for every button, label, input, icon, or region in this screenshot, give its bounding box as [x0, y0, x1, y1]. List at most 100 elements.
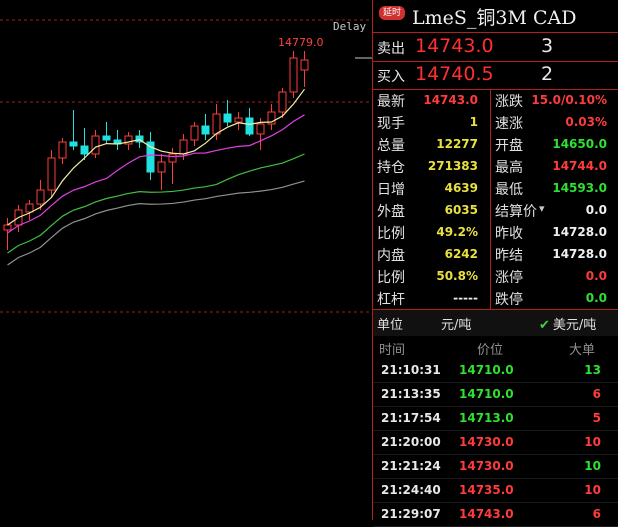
- tick-price: 14730.0: [459, 459, 514, 473]
- stat-value: 14650.0: [552, 137, 607, 151]
- tick-time: 21:21:24: [381, 459, 441, 473]
- tick-price: 14735.0: [459, 483, 514, 497]
- stat-row: 昨收 14728.0: [491, 221, 618, 243]
- tick-row[interactable]: 21:29:07 14743.0 6: [373, 502, 618, 527]
- candle-body: [102, 135, 111, 141]
- tick-row[interactable]: 21:20:00 14730.0 10: [373, 430, 618, 455]
- candle-body: [47, 157, 56, 191]
- tick-row[interactable]: 21:21:24 14730.0 10: [373, 454, 618, 479]
- stat-row: 跌停 0.0: [491, 287, 618, 309]
- candle-body: [69, 141, 78, 147]
- sell-quote-row[interactable]: 卖出 14743.0 3: [373, 33, 618, 62]
- stat-label: 比例: [377, 226, 405, 242]
- tick-time: 21:10:31: [381, 363, 441, 377]
- stat-label: 跌停: [495, 292, 523, 308]
- title-bar: 延时 LmeS_铜3M CAD: [373, 0, 618, 33]
- tick-header-price: 价位: [477, 343, 504, 358]
- candle-body: [36, 189, 45, 205]
- stat-value: 1: [469, 115, 478, 129]
- stat-row: 比例 50.8%: [373, 265, 490, 287]
- candle-body: [289, 57, 298, 93]
- stat-row: 外盘 6035: [373, 199, 490, 221]
- candle-body: [80, 145, 89, 155]
- tick-price: 14743.0: [459, 507, 514, 521]
- dropdown-caret-icon[interactable]: ▾: [539, 202, 545, 215]
- stat-row: 比例 49.2%: [373, 221, 490, 243]
- kline-chart[interactable]: Delay 14779.0: [0, 0, 372, 520]
- buy-quote-row[interactable]: 买入 14740.5 2: [373, 61, 618, 90]
- unit-cny-option[interactable]: 元/吨: [441, 314, 471, 333]
- stat-row: 持仓 271383: [373, 155, 490, 177]
- stat-value: 50.8%: [436, 269, 478, 283]
- stat-row: 内盘 6242: [373, 243, 490, 265]
- tick-header-time: 时间: [379, 343, 406, 358]
- tick-time: 21:13:35: [381, 387, 441, 401]
- stat-value: 14728.0: [552, 225, 607, 239]
- tick-price: 14713.0: [459, 411, 514, 425]
- tick-time: 21:20:00: [381, 435, 441, 449]
- candle-body: [179, 139, 188, 155]
- stat-label: 日增: [377, 182, 405, 198]
- buy-volume: 2: [541, 63, 554, 85]
- stat-row: 杠杆 -----: [373, 287, 490, 309]
- quote-panel: 延时 LmeS_铜3M CAD 卖出 14743.0 3 买入 14740.5 …: [372, 0, 618, 527]
- stat-value: 15.0/0.10%: [531, 93, 607, 107]
- max-price-label: 14779.0: [278, 36, 324, 49]
- tick-volume: 6: [592, 387, 601, 401]
- stat-value: 14743.0: [423, 93, 478, 107]
- check-icon: ✔: [539, 318, 550, 333]
- stat-value: 271383: [427, 159, 478, 173]
- delay-badge: 延时: [379, 6, 406, 20]
- stat-label: 涨停: [495, 270, 523, 286]
- tick-header: 时间 价位 大单: [373, 336, 618, 358]
- tick-time: 21:24:40: [381, 483, 441, 497]
- stat-row: 开盘 14650.0: [491, 133, 618, 155]
- tick-time: 21:29:07: [381, 507, 441, 521]
- stat-row: 涨跌 15.0/0.10%: [491, 89, 618, 111]
- sell-price: 14743.0: [415, 35, 494, 57]
- stat-label: 持仓: [377, 160, 405, 176]
- candle-body: [223, 113, 232, 123]
- instrument-title[interactable]: LmeS_铜3M CAD: [412, 3, 576, 30]
- stat-row: 现手 1: [373, 111, 490, 133]
- stat-row: 日增 4639: [373, 177, 490, 199]
- stat-label: 外盘: [377, 204, 405, 220]
- stat-row: 结算价 0.0 ▾: [491, 199, 618, 221]
- candle-body: [212, 113, 221, 135]
- tick-row[interactable]: 21:17:54 14713.0 5: [373, 406, 618, 431]
- stat-value: -----: [453, 291, 478, 305]
- sell-label: 卖出: [377, 41, 405, 57]
- tick-row[interactable]: 21:24:40 14735.0 10: [373, 478, 618, 503]
- stat-row: 昨结 14728.0: [491, 243, 618, 265]
- buy-label: 买入: [377, 69, 405, 85]
- tick-volume: 10: [584, 459, 601, 473]
- stat-value: 0.0: [585, 291, 607, 305]
- stat-value: 0.0: [585, 203, 607, 217]
- stat-value: 12277: [436, 137, 478, 151]
- sell-volume: 3: [541, 35, 554, 57]
- stat-label: 比例: [377, 270, 405, 286]
- stat-row: 速涨 0.03%: [491, 111, 618, 133]
- stat-value: 6035: [444, 203, 478, 217]
- tick-row[interactable]: 21:13:35 14710.0 6: [373, 382, 618, 407]
- stat-label: 最低: [495, 182, 523, 198]
- stat-label: 总量: [377, 138, 405, 154]
- stat-label: 最新: [377, 94, 405, 110]
- unit-label: 单位: [377, 318, 404, 333]
- tick-row[interactable]: 21:10:31 14710.0 13: [373, 358, 618, 383]
- stat-row: 最高 14744.0: [491, 155, 618, 177]
- candle-body: [91, 135, 100, 155]
- candle-body: [58, 141, 67, 159]
- tick-list[interactable]: 时间 价位 大单 21:10:31 14710.0 13 21:13:35 14710.…: [373, 336, 618, 527]
- candle-body: [25, 203, 34, 213]
- tick-volume: 10: [584, 483, 601, 497]
- tick-volume: 10: [584, 435, 601, 449]
- tick-header-volume: 大单: [569, 343, 596, 358]
- candle-body: [278, 91, 287, 113]
- stat-label: 现手: [377, 116, 405, 132]
- stat-row: 最新 14743.0: [373, 89, 490, 111]
- stat-row: 涨停 0.0: [491, 265, 618, 287]
- tick-price: 14710.0: [459, 363, 514, 377]
- candle-body: [201, 125, 210, 135]
- unit-usd-option[interactable]: ✔ 美元/吨: [539, 314, 596, 333]
